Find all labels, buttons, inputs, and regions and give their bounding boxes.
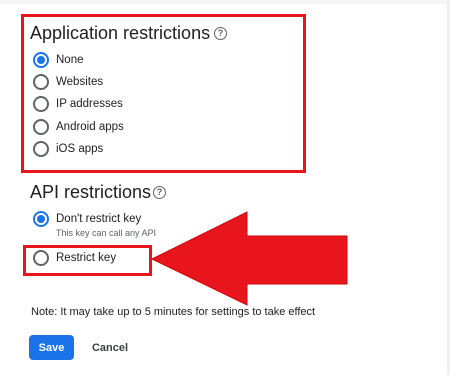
save-button[interactable]: Save <box>29 335 74 360</box>
red-arrow-icon <box>150 211 348 306</box>
settings-note: Note: It may take up to 5 minutes for se… <box>31 306 316 318</box>
cancel-button[interactable]: Cancel <box>82 335 138 360</box>
